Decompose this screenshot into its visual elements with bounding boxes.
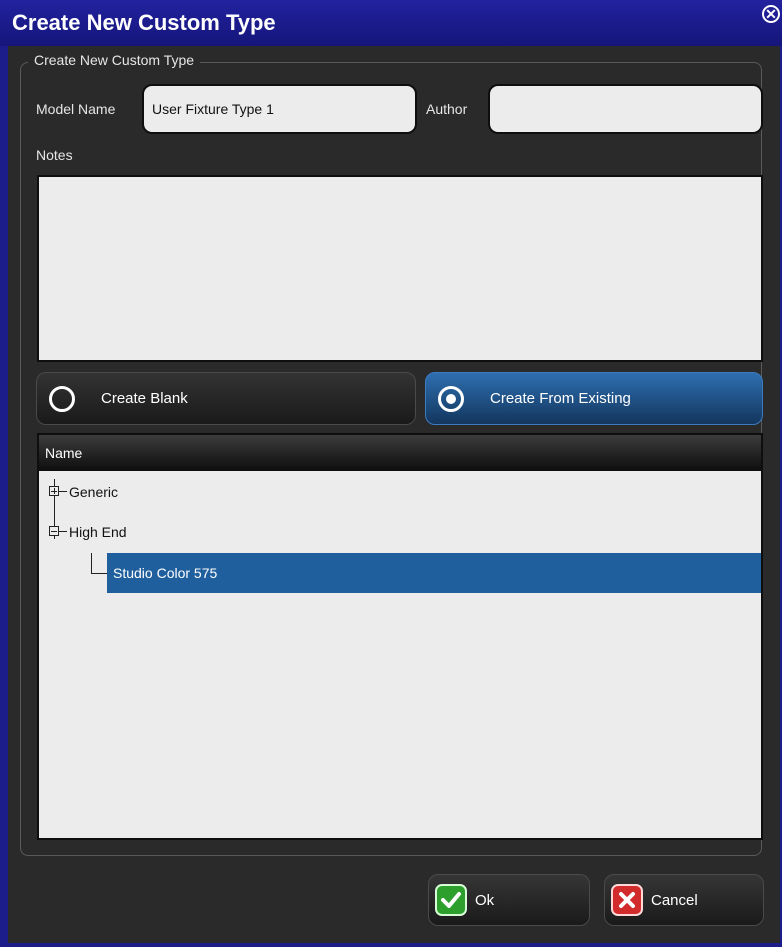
tree-line	[59, 531, 67, 532]
tree-line	[91, 573, 107, 574]
cancel-button-label: Cancel	[651, 892, 698, 909]
group-legend: Create New Custom Type	[28, 52, 201, 68]
radio-unchecked-icon[interactable]	[49, 386, 75, 412]
dialog-title: Create New Custom Type	[12, 10, 276, 35]
model-name-input[interactable]	[142, 84, 417, 134]
fixture-tree[interactable]: Name Generic High End Studio Color 575	[37, 433, 763, 840]
create-blank-option[interactable]: Create Blank	[36, 372, 416, 425]
name-column-label: Name	[45, 445, 83, 461]
title-bar[interactable]: Create New Custom Type ✕	[0, 0, 782, 46]
tree-node-studio-color-575[interactable]: Studio Color 575	[107, 553, 761, 593]
tree-node-high-end[interactable]: High End	[69, 524, 127, 540]
ok-button-label: Ok	[475, 892, 495, 909]
x-icon	[611, 884, 643, 916]
model-name-label: Model Name	[36, 101, 116, 117]
tree-line	[91, 553, 92, 573]
create-from-existing-option[interactable]: Create From Existing	[425, 372, 763, 425]
author-input[interactable]	[488, 84, 763, 134]
expand-plus-icon[interactable]	[49, 486, 59, 496]
notes-label: Notes	[36, 147, 73, 163]
author-label: Author	[426, 101, 468, 117]
ok-button[interactable]: Ok	[428, 874, 590, 926]
close-icon[interactable]: ✕	[762, 5, 780, 23]
radio-checked-icon[interactable]	[438, 386, 464, 412]
cancel-button[interactable]: Cancel	[604, 874, 764, 926]
tree-line	[59, 491, 67, 492]
tree-node-label: Studio Color 575	[113, 565, 218, 581]
notes-textarea[interactable]	[37, 175, 763, 362]
create-blank-label: Create Blank	[101, 390, 188, 407]
tree-node-generic[interactable]: Generic	[69, 484, 118, 500]
checkmark-icon	[435, 884, 467, 916]
tree-column-header[interactable]: Name	[39, 435, 761, 471]
create-from-existing-label: Create From Existing	[490, 390, 631, 407]
collapse-minus-icon[interactable]	[49, 526, 59, 536]
